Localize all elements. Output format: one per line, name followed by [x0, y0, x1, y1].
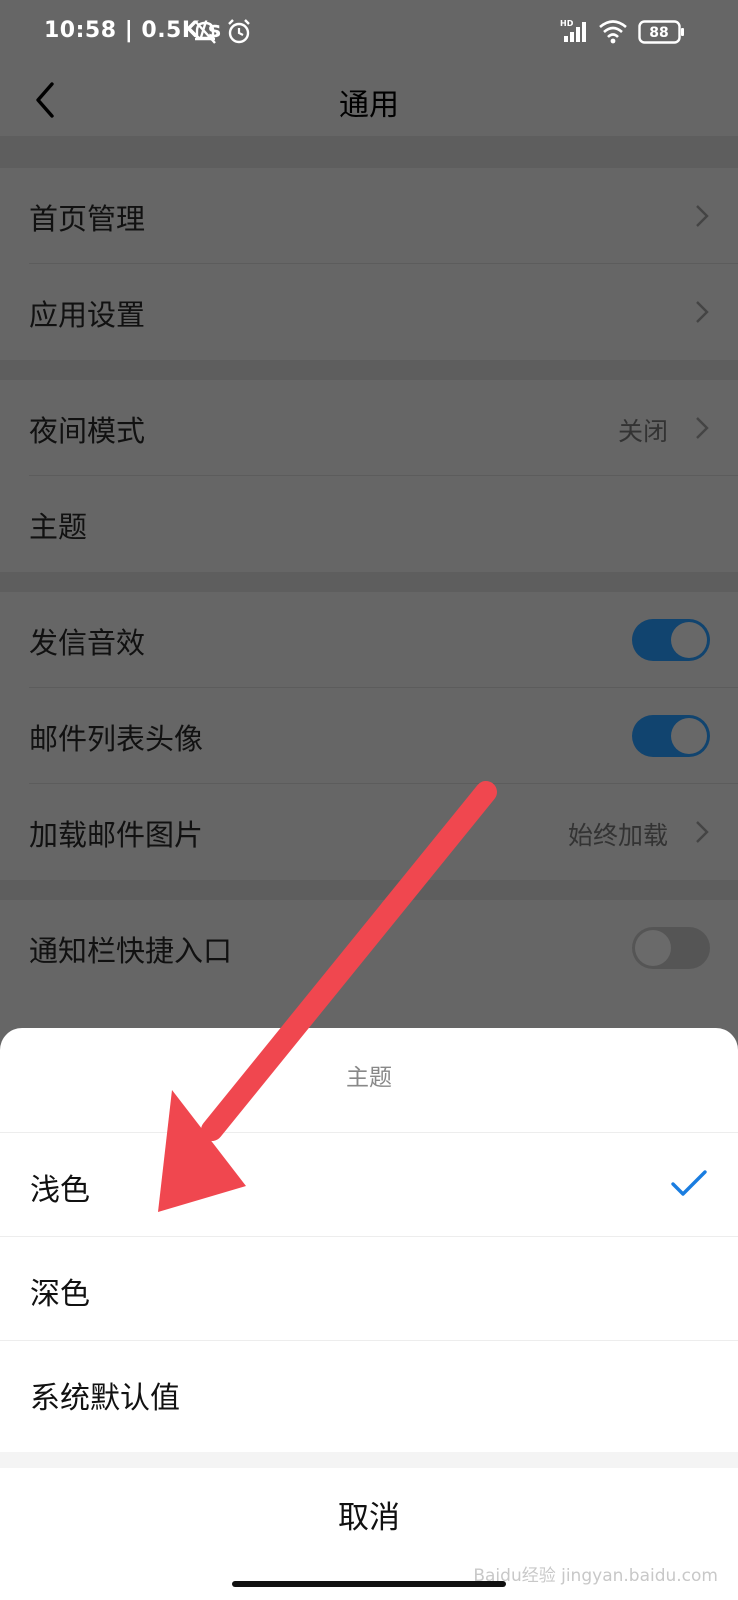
settings-row-label: 加载邮件图片 — [29, 818, 204, 852]
chevron-right-icon — [694, 202, 710, 230]
settings-row-label: 主题 — [29, 510, 88, 544]
theme-option-dark[interactable]: 深色 — [0, 1236, 738, 1341]
home-indicator — [232, 1581, 506, 1587]
settings-row-label: 发信音效 — [29, 626, 146, 660]
section-gap — [0, 572, 738, 592]
notification-shortcut-toggle[interactable] — [632, 927, 710, 969]
theme-option-label: 深色 — [30, 1277, 90, 1312]
theme-option-light[interactable]: 浅色 — [0, 1132, 738, 1237]
chevron-right-icon — [694, 414, 710, 442]
settings-row-label: 首页管理 — [29, 202, 146, 236]
send-sound-toggle[interactable] — [632, 619, 710, 661]
settings-row-mail-list-avatar: 邮件列表头像 — [0, 688, 738, 784]
watermark: Baidu经验 jingyan.baidu.com — [473, 1566, 718, 1586]
settings-row-label: 邮件列表头像 — [29, 722, 204, 756]
wifi-icon — [598, 18, 628, 50]
settings-row-value: 始终加载 — [567, 821, 668, 850]
section-gap — [0, 360, 738, 380]
settings-row-value: 关闭 — [617, 417, 668, 446]
theme-bottom-sheet: 主题 浅色 深色 系统默认值 取消 — [0, 1028, 738, 1600]
toggle-knob — [671, 718, 707, 754]
mute-bell-icon — [192, 18, 218, 52]
alarm-icon — [226, 18, 252, 52]
theme-option-system-default[interactable]: 系统默认值 — [0, 1340, 738, 1445]
settings-row-app-settings[interactable]: 应用设置 — [0, 264, 738, 360]
chevron-right-icon — [694, 818, 710, 846]
status-bar: 10:58 | 0.5K/s HD 88 — [0, 0, 738, 64]
theme-option-label: 系统默认值 — [30, 1381, 180, 1416]
settings-row-notification-shortcut: 通知栏快捷入口 — [0, 900, 738, 996]
settings-row-send-sound: 发信音效 — [0, 592, 738, 688]
svg-text:HD: HD — [560, 19, 574, 28]
mail-list-avatar-toggle[interactable] — [632, 715, 710, 757]
svg-text:88: 88 — [649, 25, 668, 41]
cancel-button[interactable]: 取消 — [0, 1468, 738, 1568]
section-gap — [0, 136, 738, 168]
settings-row-label: 夜间模式 — [29, 414, 146, 448]
sheet-separator — [0, 1452, 738, 1468]
signal-icon: HD — [560, 18, 590, 50]
app-bar: 通用 — [0, 64, 738, 136]
checkmark-icon — [670, 1169, 708, 1199]
settings-row-load-images[interactable]: 加载邮件图片 始终加载 — [0, 784, 738, 880]
settings-row-theme[interactable]: 主题 — [0, 476, 738, 572]
settings-row-night-mode[interactable]: 夜间模式 关闭 — [0, 380, 738, 476]
toggle-knob — [671, 622, 707, 658]
sheet-title: 主题 — [346, 1065, 392, 1091]
settings-row-home-management[interactable]: 首页管理 — [0, 168, 738, 264]
page-title: 通用 — [339, 88, 399, 123]
theme-option-label: 浅色 — [30, 1173, 90, 1208]
battery-icon: 88 — [638, 20, 686, 50]
section-gap — [0, 880, 738, 900]
settings-row-label: 通知栏快捷入口 — [29, 934, 233, 968]
toggle-knob — [635, 930, 671, 966]
chevron-right-icon — [694, 298, 710, 326]
settings-row-label: 应用设置 — [29, 298, 146, 332]
